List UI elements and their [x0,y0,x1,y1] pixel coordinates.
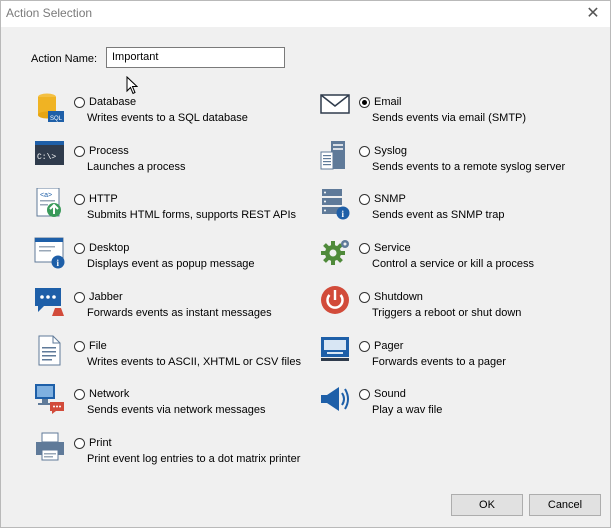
option-jabber[interactable]: Jabber Forwards events as instant messag… [34,286,304,326]
option-label: Service [374,242,411,254]
option-snmp[interactable]: i SNMP Sends event as SNMP trap [319,188,589,228]
option-description: Forwards events as instant messages [87,307,272,319]
option-description: Forwards events to a pager [372,356,506,368]
option-print[interactable]: Print Print event log entries to a dot m… [34,432,304,472]
database-icon: SQL [38,93,64,122]
option-service[interactable]: Service Control a service or kill a proc… [319,237,589,277]
mouse-cursor-icon [126,76,138,95]
speaker-icon [321,387,349,411]
gear-icon [321,240,349,265]
option-label: Print [89,437,112,449]
chat-icon [35,288,64,316]
option-label: Sound [374,388,406,400]
option-label: Email [374,96,402,108]
option-process[interactable]: C:\> Process Launches a process [34,140,304,180]
power-icon [321,286,349,314]
envelope-icon [320,94,350,114]
option-file[interactable]: File Writes events to ASCII, XHTML or CS… [34,335,304,375]
option-description: Sends events via network messages [87,404,266,416]
option-description: Sends event as SNMP trap [372,209,505,221]
option-desktop[interactable]: i Desktop Displays event as popup messag… [34,237,304,277]
option-http[interactable]: <a> HTTP Submits HTML forms, supports RE… [34,188,304,228]
radio-jabber[interactable] [74,292,85,303]
radio-print[interactable] [74,438,85,449]
option-shutdown[interactable]: Shutdown Triggers a reboot or shut down [319,286,589,326]
option-label: SNMP [374,193,406,205]
radio-service[interactable] [359,243,370,254]
option-syslog[interactable]: Syslog Sends events to a remote syslog s… [319,140,589,180]
desktop-popup-icon: i [34,237,65,269]
radio-shutdown[interactable] [359,292,370,303]
radio-http[interactable] [74,194,85,205]
radio-pager[interactable] [359,341,370,352]
option-description: Writes events to a SQL database [87,112,248,124]
option-description: Print event log entries to a dot matrix … [87,453,301,465]
option-label: Pager [374,340,404,352]
option-pager[interactable]: Pager Forwards events to a pager [319,335,589,375]
radio-file[interactable] [74,341,85,352]
option-description: Submits HTML forms, supports REST APIs [87,209,297,221]
option-label: Syslog [374,145,408,157]
option-description: Displays event as popup message [87,258,255,270]
option-description: Triggers a reboot or shut down [372,307,522,319]
option-database[interactable]: SQL Database Writes events to a SQL data… [34,91,304,131]
option-description: Sends events to a remote syslog server [372,161,566,173]
file-icon [38,335,61,366]
radio-snmp[interactable] [359,194,370,205]
radio-process[interactable] [74,146,85,157]
option-label: File [89,340,107,352]
http-icon: <a> [36,188,61,217]
option-description: Play a wav file [372,404,443,416]
ok-button[interactable]: OK [451,494,523,516]
svg-text:SQL: SQL [50,116,63,122]
option-description: Writes events to ASCII, XHTML or CSV fil… [87,356,301,368]
snmp-server-icon: i [322,189,350,220]
option-label: Shutdown [374,291,423,303]
option-label: HTTP [89,193,118,205]
option-description: Launches a process [87,161,186,173]
action-name-label: Action Name: [31,53,98,65]
action-name-input[interactable]: Important [106,47,285,68]
radio-email[interactable] [359,97,370,108]
option-label: Jabber [89,291,123,303]
close-icon[interactable]: ✕ [584,3,602,23]
title-bar: Action Selection ✕ [1,1,610,27]
svg-text:<a>: <a> [40,192,52,199]
radio-database[interactable] [74,97,85,108]
cancel-button[interactable]: Cancel [529,494,601,516]
action-selection-dialog: Action Selection ✕ Action Name: Importan… [0,0,611,528]
network-icon [35,384,64,414]
radio-sound[interactable] [359,389,370,400]
svg-text:C:\>: C:\> [37,153,56,162]
dialog-title: Action Selection [6,6,93,20]
pager-icon [321,337,349,361]
option-label: Desktop [89,242,130,254]
console-icon: C:\> [35,141,64,165]
option-description: Sends events via email (SMTP) [372,112,527,124]
radio-desktop[interactable] [74,243,85,254]
option-label: Process [89,145,129,157]
option-label: Network [89,388,130,400]
option-email[interactable]: Email Sends events via email (SMTP) [319,91,589,131]
option-description: Control a service or kill a process [372,258,535,270]
option-network[interactable]: Network Sends events via network message… [34,383,304,423]
server-icon [320,141,345,170]
radio-syslog[interactable] [359,146,370,157]
option-sound[interactable]: Sound Play a wav file [319,383,589,423]
printer-icon [36,432,64,461]
radio-network[interactable] [74,389,85,400]
option-label: Database [89,96,137,108]
